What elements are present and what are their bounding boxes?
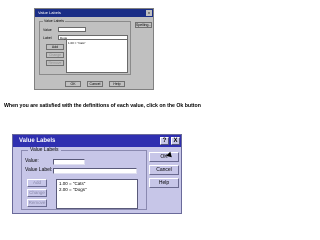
mini-value-labels-dialog: Value Labels x Value Labels Value Label … [34,8,154,90]
close-icon[interactable]: X [171,137,180,145]
mini-ok-button[interactable]: OK [65,81,81,87]
value-label-list[interactable]: 1.00 = "Cats" 2.00 = "Dogs" [56,179,138,209]
change-button[interactable]: Change [27,189,47,197]
mini-change-button[interactable]: Change [46,52,64,58]
value-label-input[interactable] [53,168,137,174]
mini-help-button[interactable]: Help [109,81,125,87]
dialog-title: Value Labels [19,138,56,144]
mini-spelling-button[interactable]: Spelling... [135,22,152,28]
ok-button[interactable]: OK [149,152,179,162]
value-labels-dialog: Value Labels ? X Value Labels Value: Val… [12,134,182,214]
mini-cancel-button[interactable]: Cancel [87,81,103,87]
list-item[interactable]: 2.00 = "Dogs" [59,187,135,193]
value-label-label: Value Label: [25,167,53,173]
cancel-button[interactable]: Cancel [149,165,179,175]
mini-dialog-title: Value Labels [38,10,61,15]
add-button[interactable]: Add [27,179,47,187]
value-input[interactable] [53,159,85,165]
value-label: Value: [25,158,39,164]
help-button[interactable]: Help [149,178,179,188]
group-label: Value Labels [28,147,61,154]
instruction-caption: When you are satisfied with the definiti… [4,103,201,109]
title-bar: Value Labels ? X [13,135,181,147]
help-icon[interactable]: ? [160,137,169,145]
mini-value-label-list[interactable]: 1.00 = "Cats" [66,39,128,73]
mini-list-item[interactable]: 1.00 = "Cats" [68,41,126,45]
mini-remove-button[interactable]: Remove [46,60,64,66]
mini-value-label: Value [43,28,52,32]
mini-title-bar: Value Labels x [35,9,153,17]
remove-button[interactable]: Remove [27,199,47,207]
mini-add-button[interactable]: Add [46,44,64,50]
mini-close-icon[interactable]: x [146,10,152,16]
mini-value-input[interactable] [58,27,86,32]
mini-value-label-label: Label [43,36,52,40]
mini-group-label: Value Labels [43,19,65,24]
